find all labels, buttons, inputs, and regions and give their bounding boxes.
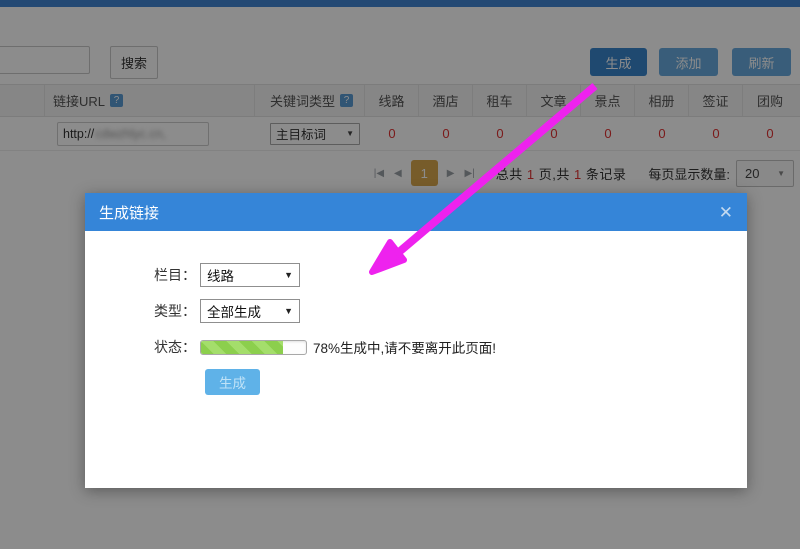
type-field-row: 类型： 全部生成 ▼ [85,299,300,323]
chevron-down-icon: ▼ [284,270,293,280]
dialog-title: 生成链接 [99,202,159,223]
generate-link-dialog: 生成链接 ✕ 栏目： 线路 ▼ 类型： 全部生成 ▼ 状态： 78%生成中,请不… [85,193,747,488]
close-icon[interactable]: ✕ [719,204,733,221]
dialog-generate-button[interactable]: 生成 [205,369,260,395]
status-label: 状态： [85,337,200,357]
column-select-value: 线路 [207,265,234,285]
status-row: 状态： 78%生成中,请不要离开此页面! [85,337,496,357]
type-select[interactable]: 全部生成 ▼ [200,299,300,323]
chevron-down-icon: ▼ [284,306,293,316]
column-field-label: 栏目： [85,265,200,285]
dialog-header: 生成链接 ✕ [85,193,747,231]
type-select-value: 全部生成 [207,301,261,321]
screen: 搜索 生成 添加 刷新 链接URL ? 关键词类型 ? 线路 酒店 租车 文章 … [0,0,800,549]
progress-fill [201,341,283,354]
type-field-label: 类型： [85,301,200,321]
column-select[interactable]: 线路 ▼ [200,263,300,287]
status-text: 78%生成中,请不要离开此页面! [313,337,496,357]
column-field-row: 栏目： 线路 ▼ [85,263,300,287]
progress-bar [200,340,307,355]
